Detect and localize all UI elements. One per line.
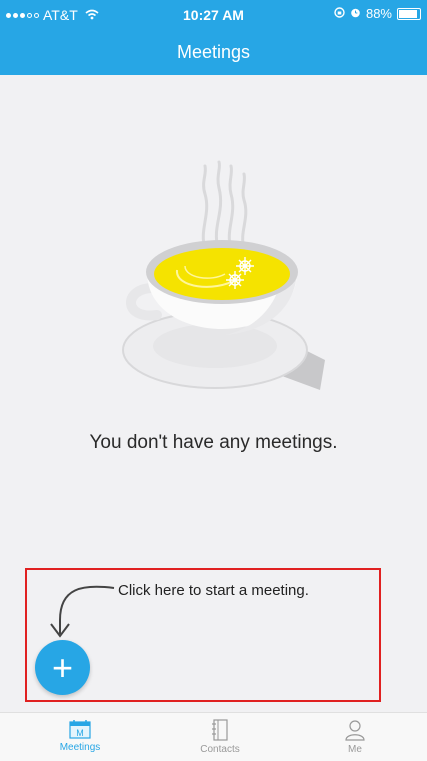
hint-text: Click here to start a meeting. — [118, 582, 309, 599]
status-right: 88% — [334, 6, 421, 21]
tab-label: Me — [348, 744, 362, 755]
svg-text:M: M — [76, 728, 84, 738]
battery-percent: 88% — [365, 6, 392, 21]
app-header: AT&T 10:27 AM 88% Meetings — [0, 0, 427, 75]
calendar-icon: M — [69, 720, 91, 739]
saucer-inner — [153, 324, 277, 368]
page-title: Meetings — [176, 42, 251, 62]
battery-fill — [399, 9, 417, 18]
tab-meetings[interactable]: M Meetings — [35, 719, 125, 753]
alarm-icon — [350, 6, 361, 21]
tea-surface — [154, 248, 290, 300]
curved-arrow-icon — [50, 585, 115, 638]
start-meeting-button[interactable]: + — [35, 640, 90, 695]
steam-icon — [201, 160, 248, 250]
contacts-book-icon — [212, 719, 228, 741]
person-icon — [345, 720, 365, 741]
plus-icon: + — [51, 646, 74, 688]
empty-state-message: You don't have any meetings. — [89, 432, 338, 453]
tab-bar: M Meetings Contacts Me — [0, 712, 427, 761]
status-bar: AT&T 10:27 AM 88% — [0, 0, 427, 30]
tab-label: Meetings — [59, 742, 101, 753]
tab-me[interactable]: Me — [310, 719, 400, 755]
tab-contacts[interactable]: Contacts — [175, 719, 265, 755]
tab-label: Contacts — [200, 744, 240, 755]
tea-cup-icon — [122, 160, 325, 390]
rotation-lock-icon — [334, 6, 345, 21]
battery-icon — [397, 7, 421, 20]
